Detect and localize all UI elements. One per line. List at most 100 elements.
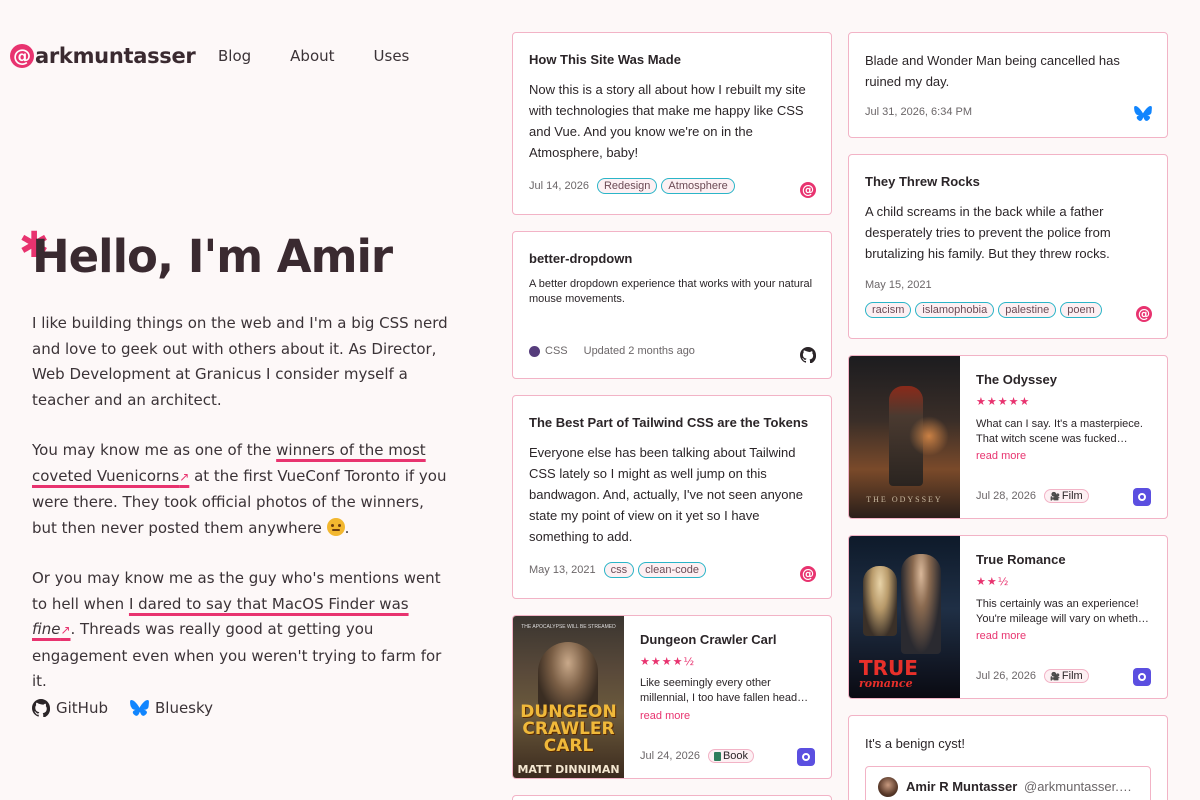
tag[interactable]: css [603,562,635,578]
link-text: I dared to say that MacOS Finder was [128,594,409,613]
book-cover: THE APOCALYPSE WILL BE STREAMED DUNGEON … [513,616,624,778]
github-label: GitHub [56,699,108,717]
card-excerpt: Now this is a story all about how I rebu… [529,82,806,160]
post-date: May 13, 2021 [529,564,596,576]
card-partial[interactable] [512,795,832,800]
bio-paragraph-1: I like building things on the web and I'… [32,314,448,409]
at-protocol-icon: @ [800,566,816,582]
review-service-icon [797,748,815,766]
quote-author-name: Amir R Muntasser [906,779,1018,794]
bluesky-post-card[interactable]: It's a benign cyst! Amir R Muntasser @ar… [848,715,1168,800]
tag[interactable]: palestine [998,302,1057,318]
card-title: How This Site Was Made [529,52,681,67]
repo-card[interactable]: better-dropdown A better dropdown experi… [512,231,832,379]
cover-tagline: THE APOCALYPSE WILL BE STREAMED [521,624,616,630]
review-excerpt: This certainly was an experience! You're… [976,598,1149,625]
post-text: Blade and Wonder Man being cancelled has… [865,53,1120,89]
quote-author-handle: @arkmuntasser.… [1024,779,1132,794]
tag[interactable]: racism [865,302,912,318]
at-protocol-icon: @ [800,182,816,198]
read-more-link[interactable]: read more [976,450,1026,462]
repo-language: CSS [545,345,568,357]
language-dot [529,345,540,357]
star-rating: ★★★★★ [976,395,1031,408]
avatar [878,777,898,797]
review-service-icon [1133,488,1151,506]
post-text: It's a benign cyst! [865,736,966,751]
tag[interactable]: islamophobia [915,302,995,318]
review-content: Dungeon Crawler Carl ★★★★½ Like seemingl… [640,616,817,778]
post-date: Jul 31, 2026, 6:34 PM [865,106,973,118]
repo-updated: Updated 2 months ago [583,345,695,357]
review-title: True Romance [976,552,1066,567]
bluesky-post-card[interactable]: Blade and Wonder Man being cancelled has… [848,32,1168,138]
logo-text: arkmuntasser [35,44,196,68]
poster-glow [909,416,949,456]
review-meta: Jul 26, 2026 🎥 Film [976,669,1089,683]
main-nav: Blog About Uses [218,47,448,65]
post-date: May 15, 2021 [865,279,932,291]
tag[interactable]: poem [1060,302,1102,318]
star-rating: ★★½ [976,575,1010,588]
card-title: They Threw Rocks [865,174,980,189]
github-icon [32,699,50,717]
card-excerpt: Everyone else has been talking about Tai… [529,445,803,544]
angry-face-icon [326,517,345,536]
film-icon: 🎥 [1049,491,1060,501]
review-date: Jul 24, 2026 [640,750,700,762]
bluesky-icon [130,699,149,716]
read-more-link[interactable]: read more [640,710,690,722]
tag[interactable]: Redesign [596,178,658,194]
bluesky-link[interactable]: Bluesky [130,699,213,717]
film-icon: 🎥 [1049,671,1060,681]
review-card[interactable]: TRUE romance True Romance ★★½ This certa… [848,535,1168,699]
tag[interactable]: clean-code [638,562,706,578]
review-date: Jul 26, 2026 [976,670,1036,682]
logo-at-icon: @ [10,44,34,68]
cover-title: DUNGEON CRAWLER CARL [520,702,617,756]
post-date: Jul 14, 2026 [529,180,589,192]
bluesky-label: Bluesky [154,699,214,717]
type-badge: 🎥 Film [1043,669,1089,683]
movie-poster: THE ODYSSEY [849,356,960,518]
page-title: Hello, I'm Amir [32,230,393,283]
poster-title: THE ODYSSEY [866,495,943,504]
cover-author: MATT DINNIMAN [517,763,620,776]
poster-figure [863,566,897,636]
blog-post-card[interactable]: The Best Part of Tailwind CSS are the To… [512,395,832,599]
review-title: The Odyssey [976,372,1057,387]
blog-post-card[interactable]: How This Site Was Made Now this is a sto… [512,32,832,215]
at-protocol-icon: @ [1136,306,1152,322]
review-card[interactable]: THE ODYSSEY The Odyssey ★★★★★ What can I… [848,355,1168,519]
read-more-link[interactable]: read more [976,630,1026,642]
bluesky-icon [1134,106,1152,121]
review-date: Jul 28, 2026 [976,490,1036,502]
card-tags: racism islamophobia palestine poem [861,302,1102,318]
bio-text: . [344,518,350,537]
blog-post-card[interactable]: They Threw Rocks A child screams in the … [848,154,1168,339]
social-links: GitHub Bluesky [32,699,213,717]
review-service-icon [1133,668,1151,686]
github-icon [800,347,816,363]
nav-blog[interactable]: Blog [218,47,251,65]
site-logo[interactable]: @ arkmuntasser [10,44,196,68]
book-icon [713,751,721,761]
link-text-emphasis: fine [32,620,61,638]
external-link-icon: ↗ [60,623,71,637]
nav-uses[interactable]: Uses [374,47,410,65]
repo-description: A better dropdown experience that works … [529,278,813,305]
star-rating: ★★★★½ [640,655,696,668]
card-title: The Best Part of Tailwind CSS are the To… [529,415,809,430]
card-meta: May 13, 2021 css clean-code [529,562,706,578]
external-link-icon: ↗ [179,469,190,484]
type-badge: 🎥 Film [1043,489,1089,503]
review-meta: Jul 28, 2026 🎥 Film [976,489,1089,503]
type-label: Book [722,750,749,762]
review-card[interactable]: THE APOCALYPSE WILL BE STREAMED DUNGEON … [512,615,832,779]
poster-figure [901,554,941,654]
tag[interactable]: Atmosphere [661,178,735,194]
bio-paragraph-2: You may know me as one of the winners of… [32,438,452,541]
nav-about[interactable]: About [290,47,334,65]
quoted-post[interactable]: Amir R Muntasser @arkmuntasser.… [865,766,1151,800]
github-link[interactable]: GitHub [32,699,108,717]
